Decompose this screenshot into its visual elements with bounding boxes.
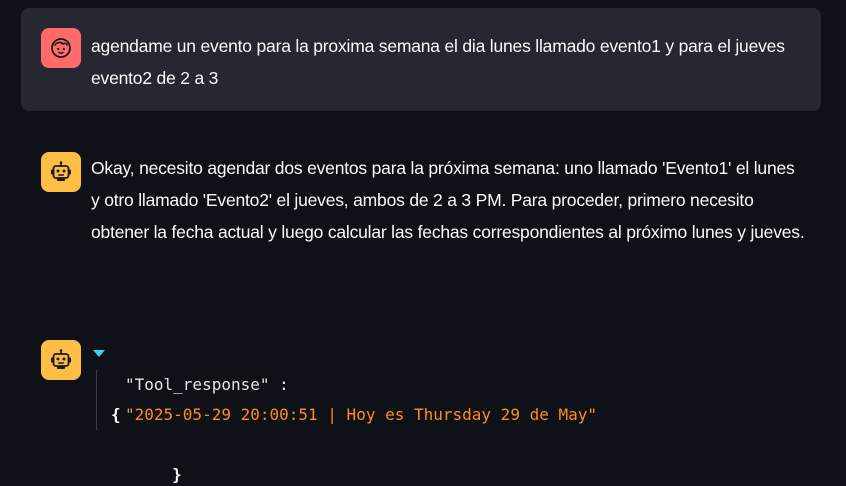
json-colon: : — [269, 375, 289, 394]
user-avatar — [41, 28, 81, 68]
json-value-row: "2025-05-29 20:00:51 | Hoy es Thursday 2… — [125, 400, 597, 430]
user-face-icon — [51, 38, 71, 58]
chat-message-assistant-json: { "Tool_response" : "2025-05-29 20:00:51… — [21, 337, 821, 484]
json-header-row: { — [93, 340, 597, 424]
collapse-toggle-icon[interactable] — [93, 350, 105, 357]
json-viewer: { "Tool_response" : "2025-05-29 20:00:51… — [93, 340, 597, 484]
json-close-brace: } — [172, 465, 182, 484]
user-message-text: agendame un evento para la proxima seman… — [91, 36, 785, 88]
chat-message-user: agendame un evento para la proxima seman… — [21, 8, 821, 111]
json-key: "Tool_response" — [125, 375, 270, 394]
assistant-message-text: Okay, necesito agendar dos eventos para … — [91, 158, 805, 242]
json-key-row: "Tool_response" : — [125, 370, 597, 400]
chat-container: agendame un evento para la proxima seman… — [0, 0, 846, 486]
assistant-avatar — [41, 152, 81, 192]
robot-icon — [51, 161, 71, 181]
json-footer-row: } — [93, 430, 597, 484]
chat-message-assistant: Okay, necesito agendar dos eventos para … — [21, 150, 821, 280]
robot-icon — [51, 349, 71, 369]
json-string-value: "2025-05-29 20:00:51 | Hoy es Thursday 2… — [125, 405, 598, 424]
assistant-avatar — [41, 340, 81, 380]
json-body: "Tool_response" : "2025-05-29 20:00:51 |… — [96, 370, 597, 430]
